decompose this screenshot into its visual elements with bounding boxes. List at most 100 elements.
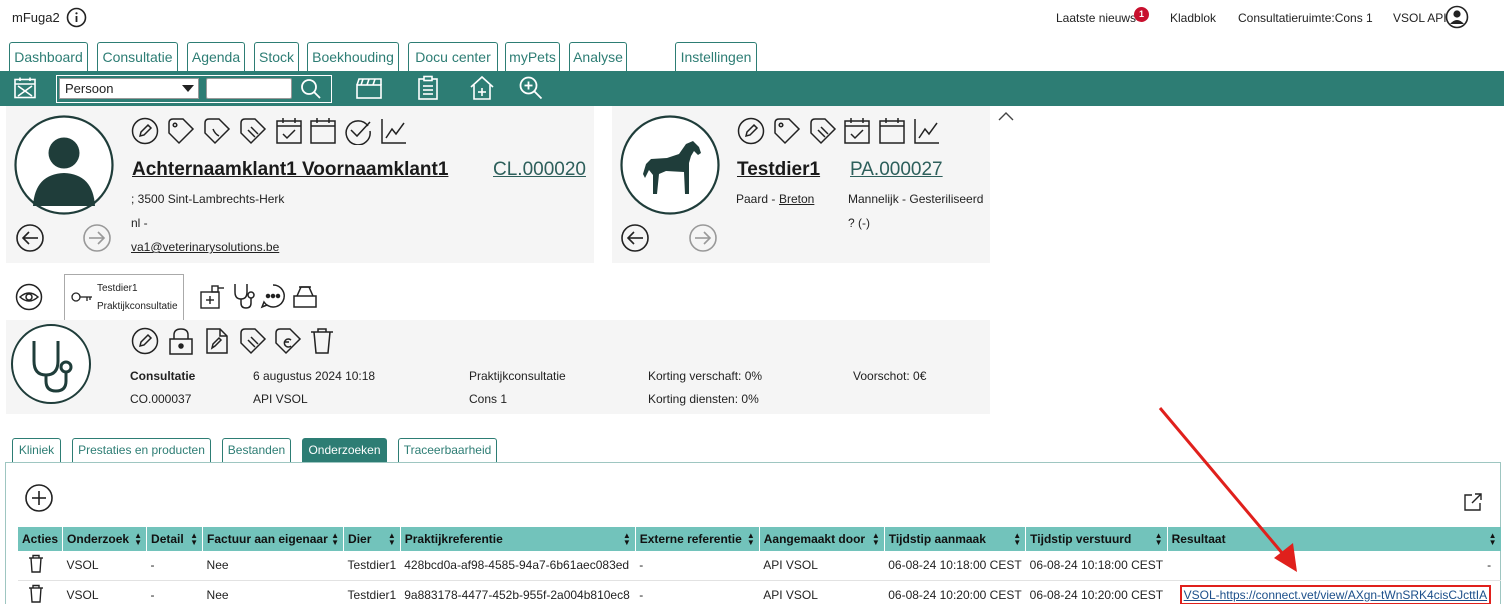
animal-code[interactable]: PA.000027 — [850, 159, 943, 181]
client-language: nl - — [131, 216, 148, 230]
tab-agenda[interactable]: Agenda — [187, 42, 245, 71]
subtab-traceerbaarheid[interactable]: Traceerbaarheid — [398, 438, 497, 462]
cell-factuur: Nee — [202, 551, 344, 581]
col-detail[interactable]: Detail ▲ ▼ — [146, 527, 204, 551]
stethoscope-avatar-icon — [10, 323, 92, 405]
tab-stock[interactable]: Stock — [254, 42, 299, 71]
col-tijdstip-verstuurd[interactable]: Tijdstip verstuurd ▲ ▼ — [1025, 527, 1168, 551]
edit-icon[interactable] — [737, 117, 765, 145]
tag-icon[interactable] — [773, 117, 801, 145]
list-tag-icon[interactable] — [809, 117, 837, 145]
calendar-x-icon[interactable] — [13, 76, 37, 100]
edit-icon[interactable] — [131, 327, 159, 355]
cell-door: API VSOL — [759, 551, 885, 581]
phone-tag-icon[interactable] — [203, 117, 231, 145]
cell-praktijkref: 428bcd0a-af98-4585-94a7-6b61aec083ed — [400, 551, 636, 581]
news-badge: 1 — [1134, 7, 1149, 22]
subtab-kliniek[interactable]: Kliniek — [12, 438, 61, 462]
result-link[interactable]: VSOL-https://connect.vet/view/AXgn-tWnSR… — [1184, 588, 1487, 602]
info-icon[interactable] — [66, 7, 87, 28]
search-input[interactable] — [206, 78, 292, 99]
user-avatar-icon[interactable] — [1445, 5, 1469, 29]
edit-icon[interactable] — [131, 117, 159, 145]
euro-tag-icon[interactable] — [274, 327, 302, 355]
search-type-value: Persoon — [65, 81, 114, 96]
animal-breed[interactable]: Breton — [779, 192, 814, 206]
user-menu[interactable]: VSOL API — [1393, 11, 1447, 25]
tab-dashboard[interactable]: Dashboard — [9, 42, 88, 71]
prev-arrow-icon[interactable] — [15, 223, 45, 253]
subtab-prestaties[interactable]: Prestaties en producten — [72, 438, 211, 462]
tab-boekhouding[interactable]: Boekhouding — [307, 42, 399, 71]
animal-extra: ? (-) — [848, 216, 870, 230]
row-actions — [18, 580, 63, 604]
zoom-in-icon[interactable] — [518, 75, 544, 101]
cell-verstuurd: 06-08-24 10:18:00 CEST — [1025, 551, 1168, 581]
col-onderzoek[interactable]: Onderzoek ▲ ▼ — [62, 527, 148, 551]
table-row: VSOL - Nee Testdier1 9a883178-4477-452b-… — [18, 580, 1502, 604]
stethoscope-icon[interactable] — [231, 282, 255, 310]
lock-icon[interactable] — [168, 327, 194, 355]
next-arrow-icon[interactable] — [688, 223, 718, 253]
col-externe-referentie[interactable]: Externe referentie ▲ ▼ — [635, 527, 760, 551]
col-praktijkreferentie[interactable]: Praktijkreferentie ▲ ▼ — [400, 527, 636, 551]
home-add-icon[interactable] — [469, 75, 495, 101]
notepad-link[interactable]: Kladblok — [1170, 11, 1216, 25]
client-name[interactable]: Achternaamklant1 Voornaamklant1 — [132, 159, 448, 181]
col-tijdstip-aanmaak[interactable]: Tijdstip aanmaak ▲ ▼ — [884, 527, 1027, 551]
list-tag-icon[interactable] — [239, 327, 267, 355]
tab-analyse[interactable]: Analyse — [569, 42, 627, 71]
calendar-icon[interactable] — [309, 117, 337, 145]
next-arrow-icon[interactable] — [82, 223, 112, 253]
list-tag-icon[interactable] — [239, 117, 267, 145]
news-link[interactable]: Laatste nieuws — [1056, 11, 1136, 25]
consult-discount-services: Korting diensten: 0% — [648, 392, 759, 406]
chart-line-icon[interactable] — [380, 117, 408, 145]
app-title: mFuga2 — [12, 10, 60, 25]
add-circle-icon[interactable] — [24, 483, 54, 513]
document-edit-icon[interactable] — [205, 327, 229, 355]
tab-instellingen[interactable]: Instellingen — [675, 42, 757, 71]
cell-verstuurd: 06-08-24 10:20:00 CEST — [1025, 580, 1168, 604]
subtab-onderzoeken[interactable]: Onderzoeken — [302, 438, 387, 462]
scale-icon[interactable] — [291, 283, 319, 309]
clapperboard-icon[interactable] — [355, 76, 383, 100]
animal-name[interactable]: Testdier1 — [737, 159, 820, 181]
clipboard-icon[interactable] — [417, 75, 439, 101]
search-type-select[interactable]: Persoon — [59, 78, 199, 99]
tab-mypets[interactable]: myPets — [505, 42, 560, 71]
tab-docu-center[interactable]: Docu center — [408, 42, 498, 71]
cell-dier: Testdier1 — [343, 580, 401, 604]
calendar-check-icon[interactable] — [843, 117, 871, 145]
consult-tab-animal: Testdier1 — [97, 283, 138, 294]
medicine-add-icon[interactable] — [198, 284, 226, 310]
trash-icon[interactable] — [28, 584, 44, 603]
external-link-icon[interactable] — [1463, 492, 1483, 512]
trash-icon[interactable] — [28, 554, 44, 573]
collapse-chevron-up-icon[interactable] — [997, 110, 1015, 122]
subtab-bestanden[interactable]: Bestanden — [222, 438, 291, 462]
check-circle-icon[interactable] — [344, 117, 372, 145]
tag-icon[interactable] — [167, 117, 195, 145]
calendar-check-icon[interactable] — [275, 117, 303, 145]
consult-room-link[interactable]: Consultatieruimte:Cons 1 — [1238, 11, 1373, 25]
chat-bubble-icon[interactable] — [260, 283, 286, 309]
col-aangemaakt-door[interactable]: Aangemaakt door ▲ ▼ — [759, 527, 885, 551]
chart-line-icon[interactable] — [913, 117, 941, 145]
calendar-icon[interactable] — [878, 117, 906, 145]
cell-detail: - — [146, 551, 203, 581]
cell-externeref: - — [635, 580, 760, 604]
search-icon[interactable] — [300, 78, 322, 100]
key-icon — [71, 291, 93, 303]
cell-onderzoek: VSOL — [62, 580, 147, 604]
col-factuur[interactable]: Factuur aan eigenaar ▲ ▼ — [202, 527, 345, 551]
eye-icon[interactable] — [15, 283, 43, 311]
client-email[interactable]: va1@veterinarysolutions.be — [131, 240, 279, 254]
tab-consultatie[interactable]: Consultatie — [97, 42, 178, 71]
consult-tab-active[interactable]: Testdier1 Praktijkconsultatie — [64, 274, 184, 320]
client-code[interactable]: CL.000020 — [493, 159, 586, 181]
trash-icon[interactable] — [310, 327, 334, 355]
caret-down-icon — [182, 85, 194, 92]
prev-arrow-icon[interactable] — [620, 223, 650, 253]
col-dier[interactable]: Dier ▲ ▼ — [343, 527, 401, 551]
